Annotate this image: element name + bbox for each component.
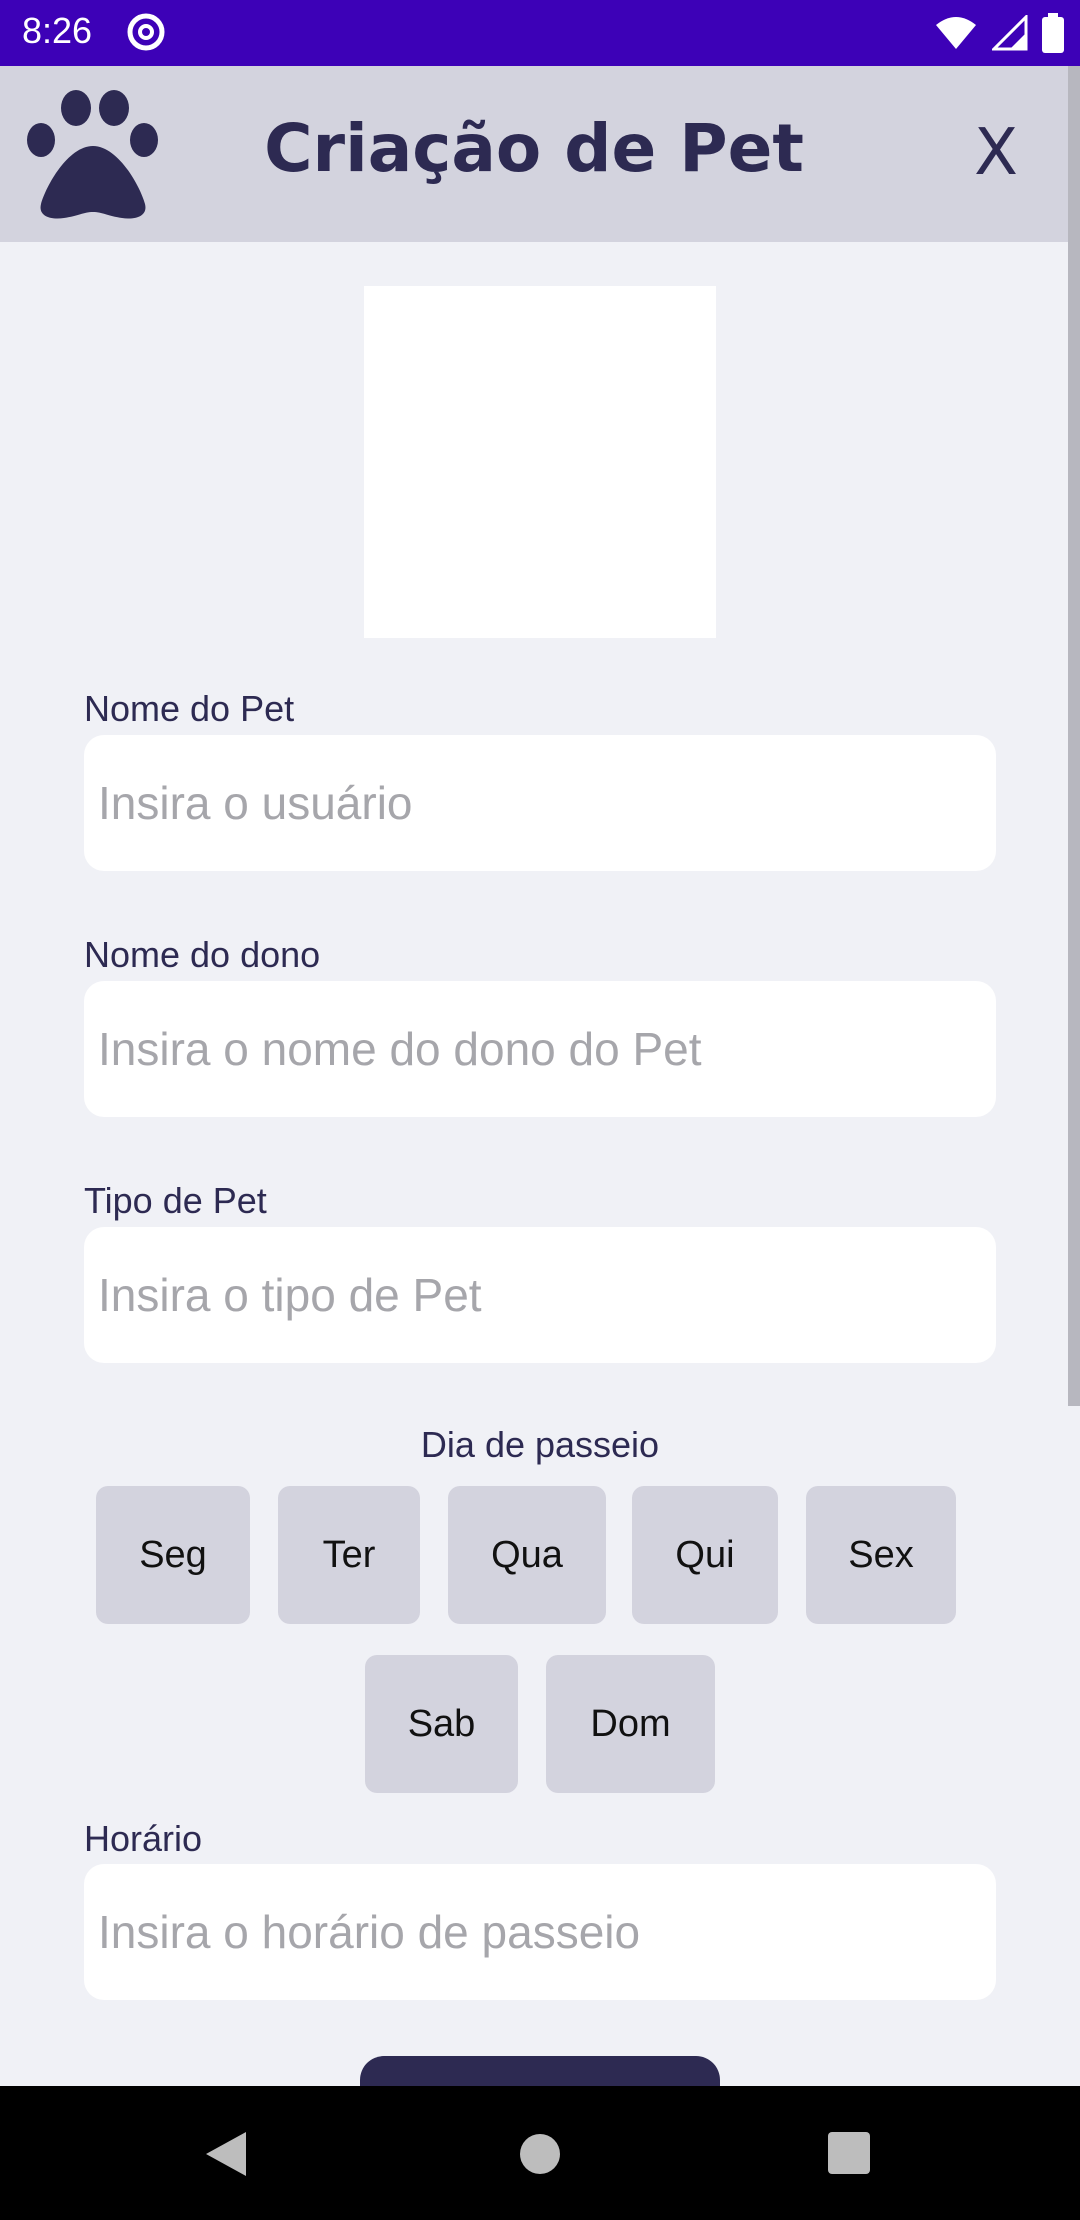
app-bar: Criação de Pet X: [0, 66, 1068, 242]
status-icons: [934, 12, 1064, 54]
recents-icon[interactable]: [828, 2132, 870, 2174]
pet-photo[interactable]: [364, 286, 716, 638]
back-icon[interactable]: [204, 2130, 248, 2178]
day-button-ter[interactable]: Ter: [278, 1486, 420, 1624]
day-button-seg[interactable]: Seg: [96, 1486, 250, 1624]
time-label: Horário: [84, 1818, 203, 1859]
pet-type-input[interactable]: [84, 1227, 996, 1363]
owner-name-label: Nome do dono: [84, 934, 321, 975]
day-button-sab[interactable]: Sab: [365, 1655, 518, 1793]
pet-name-input[interactable]: [84, 735, 996, 871]
day-button-qui[interactable]: Qui: [632, 1486, 778, 1624]
scrollbar[interactable]: [1068, 66, 1080, 1406]
day-button-sex[interactable]: Sex: [806, 1486, 956, 1624]
pet-type-label: Tipo de Pet: [84, 1180, 267, 1221]
status-time: 8:26: [22, 10, 93, 51]
time-input[interactable]: [84, 1864, 996, 2000]
pet-name-label: Nome do Pet: [84, 688, 295, 729]
home-icon[interactable]: [520, 2134, 560, 2174]
day-button-dom[interactable]: Dom: [546, 1655, 715, 1793]
at-sign-icon: [127, 13, 165, 51]
navigation-bar: [0, 2086, 1080, 2220]
day-button-qua[interactable]: Qua: [448, 1486, 606, 1624]
status-bar: 8:26: [0, 0, 1080, 66]
wifi-icon: [936, 17, 976, 49]
page-title: Criação de Pet: [264, 110, 804, 187]
owner-name-input[interactable]: [84, 981, 996, 1117]
battery-icon: [1042, 13, 1064, 53]
signal-icon: [992, 15, 1028, 51]
close-button[interactable]: X: [974, 116, 1018, 190]
walk-day-label: Dia de passeio: [420, 1424, 660, 1465]
